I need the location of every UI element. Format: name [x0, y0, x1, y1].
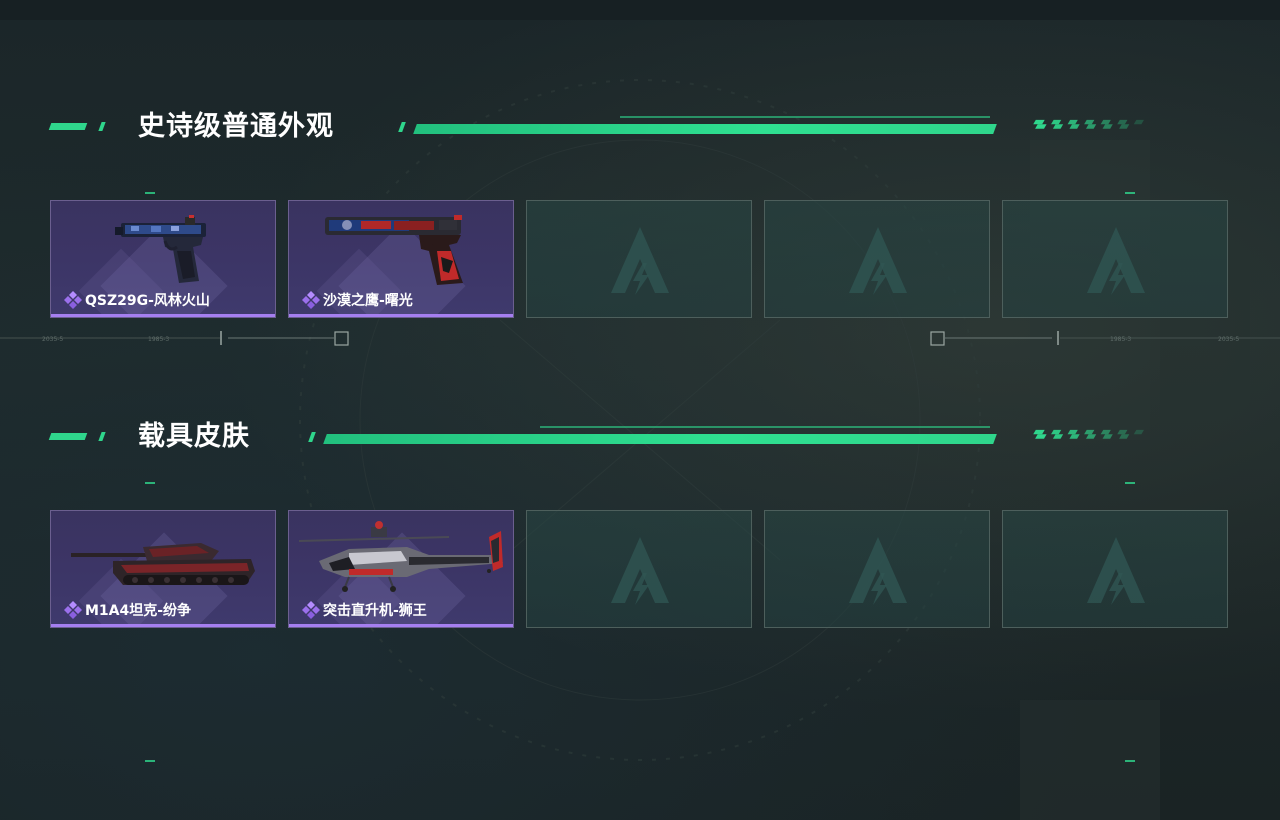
tank-image	[71, 543, 255, 585]
placeholder-logo-icon	[1087, 537, 1145, 605]
header-accent	[48, 433, 88, 440]
placeholder-logo-icon	[1087, 227, 1145, 295]
item-card[interactable]: QSZ29G-风林火山	[50, 200, 276, 318]
item-name: QSZ29G-风林火山	[85, 293, 210, 309]
placeholder-logo-icon	[849, 227, 907, 295]
checker-pattern	[1033, 119, 1144, 129]
empty-slot	[526, 510, 752, 628]
item-card[interactable]: 沙漠之鹰-曙光	[288, 200, 514, 318]
epic-skins-row: QSZ29G-风林火山 沙漠之鹰-曙光	[50, 200, 1230, 320]
deco-label-1: 2035-5	[42, 336, 64, 343]
header-bar-tick	[308, 432, 316, 442]
corner-mark	[145, 482, 155, 484]
header-bar-tick	[398, 122, 406, 132]
section-header-vehicle-skins: 载具皮肤	[0, 420, 1280, 454]
pistol-qsz-image	[115, 215, 206, 283]
header-bar	[323, 434, 997, 444]
section-header-epic-skins: 史诗级普通外观	[0, 110, 1280, 144]
item-card[interactable]: 突击直升机-狮王	[288, 510, 514, 628]
section-title: 史诗级普通外观	[138, 111, 334, 142]
empty-slot	[526, 200, 752, 318]
diamond-cluster-icon	[302, 601, 320, 619]
corner-mark	[1125, 760, 1135, 762]
empty-slot	[764, 510, 990, 628]
item-name: 突击直升机-狮王	[323, 603, 427, 619]
top-bar	[0, 0, 1280, 20]
corner-mark	[145, 760, 155, 762]
corner-mark	[1125, 482, 1135, 484]
placeholder-logo-icon	[611, 227, 669, 295]
diamond-cluster-icon	[302, 291, 320, 309]
item-name: M1A4坦克-纷争	[85, 603, 192, 619]
pistol-deagle-image	[325, 215, 463, 285]
corner-mark	[1125, 192, 1135, 194]
item-card[interactable]: M1A4坦克-纷争	[50, 510, 276, 628]
header-accent	[98, 432, 106, 441]
corner-mark	[145, 192, 155, 194]
deco-label-2: 1985-3	[148, 336, 170, 343]
header-accent	[48, 123, 88, 130]
header-accent	[98, 122, 106, 131]
empty-slot	[764, 200, 990, 318]
section-title: 载具皮肤	[138, 421, 250, 452]
diamond-cluster-icon	[64, 601, 82, 619]
header-bar-thin	[620, 116, 990, 118]
header-bar	[413, 124, 997, 134]
placeholder-logo-icon	[611, 537, 669, 605]
checker-pattern	[1033, 429, 1144, 439]
item-name: 沙漠之鹰-曙光	[323, 293, 413, 309]
empty-slot	[1002, 510, 1228, 628]
deco-label-3: 1985-3	[1110, 336, 1132, 343]
header-bar-thin	[540, 426, 990, 428]
diamond-cluster-icon	[64, 291, 82, 309]
deco-label-4: 2035-5	[1218, 336, 1240, 343]
placeholder-logo-icon	[849, 537, 907, 605]
empty-slot	[1002, 200, 1228, 318]
vehicle-skins-row: M1A4坦克-纷争 突击直升机-狮王	[50, 510, 1230, 630]
helicopter-image	[298, 521, 503, 592]
